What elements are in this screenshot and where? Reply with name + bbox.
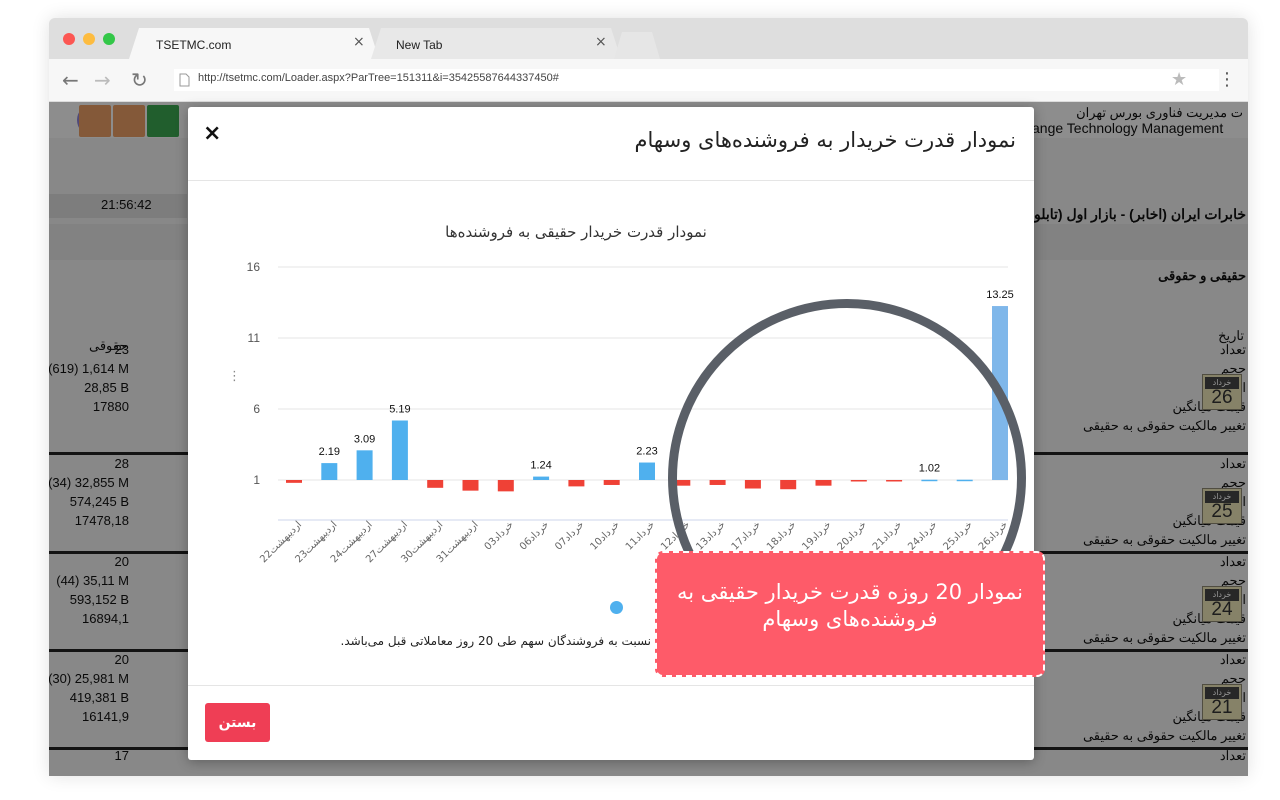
x-tick-label: 06خرداد [518, 519, 551, 552]
chart-bar [850, 480, 867, 482]
x-tick-label: 10خرداد [588, 519, 621, 552]
maximize-window-button[interactable] [103, 33, 115, 45]
chart-bar [921, 479, 938, 482]
bar-data-label: 5.19 [389, 404, 410, 416]
x-tick-label: 07خرداد [553, 519, 586, 552]
minimize-window-button[interactable] [83, 33, 95, 45]
chart-bar [533, 476, 550, 480]
address-bar[interactable]: http://tsetmc.com/Loader.aspx?ParTree=15… [174, 69, 1219, 91]
y-tick-label: 1 [253, 473, 260, 487]
tab-strip: TSETMC.com × New Tab × [49, 18, 1248, 59]
x-tick-label: 17خرداد [730, 519, 763, 552]
x-tick-label: 21خرداد [871, 519, 904, 552]
chart-bar [462, 480, 479, 491]
bar-data-label: 13.25 [986, 289, 1014, 301]
browser-toolbar: ← → ↻ http://tsetmc.com/Loader.aspx?ParT… [49, 59, 1248, 102]
address-bar-text: http://tsetmc.com/Loader.aspx?ParTree=15… [198, 72, 559, 84]
x-tick-label: 12خرداد [659, 519, 692, 552]
chart-bar [956, 479, 973, 482]
tab-tsetmc[interactable]: TSETMC.com × [129, 28, 379, 59]
close-window-button[interactable] [63, 33, 75, 45]
x-tick-label: 25خرداد [941, 519, 974, 552]
reload-icon[interactable]: ↻ [131, 68, 148, 92]
bar-data-label: 1.02 [919, 463, 940, 475]
callout-text: نمودار 20 روزه قدرت خریدار حقیقی به فروش… [657, 579, 1043, 633]
callout-line-1: نمودار 20 روزه قدرت خریدار حقیقی به [677, 580, 1023, 604]
tab-new-close-icon[interactable]: × [595, 34, 607, 50]
y-tick-label: 6 [253, 402, 260, 416]
chart-bar [780, 480, 797, 490]
y-tick-label: 11 [248, 331, 261, 345]
close-button[interactable]: بستن [205, 703, 270, 742]
chart-bar [992, 306, 1008, 480]
bar-data-label: 3.09 [354, 433, 375, 445]
bookmark-star-icon[interactable]: ★ [1171, 69, 1187, 90]
x-tick-label: 11خرداد [624, 519, 657, 552]
tab-tsetmc-label: TSETMC.com [156, 38, 232, 52]
chart-bar [497, 480, 514, 492]
x-tick-label: 26خرداد [977, 519, 1010, 552]
chart-bar [639, 462, 655, 480]
chart-bar [815, 480, 832, 486]
new-tab-button[interactable] [614, 32, 660, 59]
chart-bar [674, 480, 691, 486]
chart-bar [744, 480, 761, 489]
chart-title: نمودار قدرت خریدار حقیقی به فروشنده‌ها [445, 223, 707, 241]
legend-marker[interactable] [610, 601, 623, 614]
chart-bar [356, 450, 373, 480]
chart-note: نسبت به فروشندگان سهم طی 20 روز معاملاتی… [340, 634, 652, 648]
buyer-power-chart: نمودار قدرت خریدار حقیقی به فروشنده‌ها16… [247, 223, 1014, 565]
x-tick-label: 24خرداد [906, 519, 939, 552]
x-tick-label: 13خرداد [694, 519, 727, 552]
tab-new[interactable]: New Tab × [371, 28, 621, 59]
modal-footer-divider [188, 685, 1034, 686]
page-icon [179, 73, 190, 87]
bar-data-label: 2.19 [319, 446, 340, 458]
callout-line-2: فروشنده‌های وسهام [762, 607, 938, 631]
x-tick-label: 18خرداد [765, 519, 798, 552]
tab-new-label: New Tab [396, 38, 443, 52]
y-tick-label: 16 [247, 260, 261, 274]
x-tick-label: 20خرداد [836, 519, 869, 552]
chart-bar [709, 480, 726, 485]
modal-close-icon[interactable]: × [203, 121, 221, 146]
tab-tsetmc-close-icon[interactable]: × [353, 34, 365, 50]
back-arrow-icon[interactable]: ← [62, 68, 79, 92]
chart-bar [286, 480, 302, 483]
modal-header-divider [188, 180, 1034, 181]
modal-title: نمودار قدرت خریدار به فروشنده‌های وسهام [634, 128, 1016, 152]
chart-bar [886, 480, 903, 482]
callout-box: نمودار 20 روزه قدرت خریدار حقیقی به فروش… [655, 551, 1045, 677]
x-tick-label: 19خرداد [800, 519, 833, 552]
bar-data-label: 1.24 [530, 460, 551, 472]
chart-bar [603, 480, 620, 485]
x-tick-label: 03خرداد [483, 519, 516, 552]
browser-menu-icon[interactable]: ⋮ [1218, 69, 1236, 90]
chart-bar [391, 420, 408, 480]
chart-bar [321, 463, 338, 480]
chart-bar [568, 480, 585, 487]
bar-data-label: 2.23 [636, 446, 657, 458]
chart-bar [427, 480, 444, 488]
forward-arrow-icon[interactable]: → [94, 68, 111, 92]
